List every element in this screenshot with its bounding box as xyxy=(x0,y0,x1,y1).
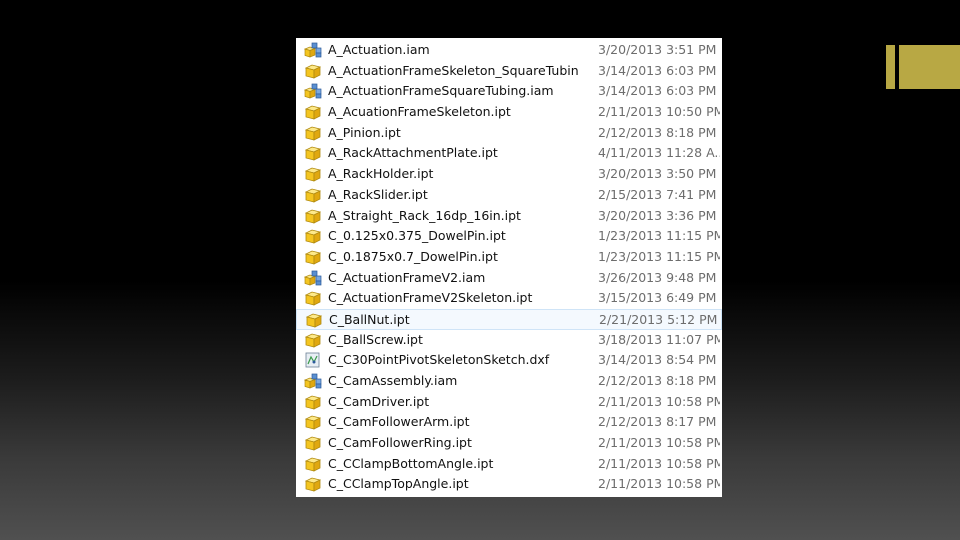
file-date-modified: 3/14/2013 6:03 PM xyxy=(598,83,717,99)
file-name: C_CamFollowerArm.ipt xyxy=(328,414,470,430)
file-date-modified: 3/14/2013 6:03 PM xyxy=(598,62,717,78)
assembly-icon xyxy=(304,83,322,99)
file-date-modified: 2/12/2013 8:18 PM xyxy=(598,373,717,388)
part-icon xyxy=(304,166,322,182)
part-icon xyxy=(304,249,322,265)
part-icon xyxy=(304,476,322,493)
file-date-modified: 3/20/2013 3:50 PM xyxy=(598,166,717,182)
assembly-icon xyxy=(304,373,322,389)
accent-bar-thin xyxy=(886,45,895,89)
file-row[interactable]: A_RackAttachmentPlate.ipt 4/11/2013 11:28… xyxy=(296,143,722,164)
file-date-modified: 2/11/2013 10:58 PM xyxy=(598,476,720,492)
part-icon xyxy=(305,312,323,328)
assembly-icon xyxy=(304,270,322,286)
file-name: C_ActuationFrameV2Skeleton.ipt xyxy=(328,290,533,306)
part-icon xyxy=(304,104,322,120)
file-date-modified: 3/15/2013 6:49 PM xyxy=(598,290,717,306)
file-row[interactable]: C_0.1875x0.7_DowelPin.ipt 1/23/2013 11:15… xyxy=(296,247,722,268)
file-date-modified: 2/11/2013 10:58 PM xyxy=(598,393,720,409)
file-date-modified: 3/20/2013 3:36 PM xyxy=(598,207,717,223)
file-row[interactable]: A_Pinion.ipt 2/12/2013 8:18 PM xyxy=(296,123,722,144)
file-row[interactable]: A_AcuationFrameSkeleton.ipt 2/11/2013 10:… xyxy=(296,102,722,123)
file-name: A_Actuation.iam xyxy=(328,42,430,57)
file-name: C_0.125x0.375_DowelPin.ipt xyxy=(328,228,506,244)
part-icon xyxy=(304,456,322,472)
file-row[interactable]: C_C30PointPivotSkeletonSketch.dxf 3/14/20… xyxy=(296,350,722,371)
file-row[interactable]: C_CamFollowerRing.ipt 2/11/2013 10:58 PM xyxy=(296,433,722,454)
file-row[interactable]: C_CamDriver.ipt 2/11/2013 10:58 PM xyxy=(296,392,722,413)
file-name: C_0.1875x0.7_DowelPin.ipt xyxy=(328,248,498,264)
file-row[interactable]: C_CClampBottomAngle.ipt 2/11/2013 10:58 P… xyxy=(296,454,722,475)
part-icon xyxy=(304,125,322,141)
file-row[interactable]: A_RackHolder.ipt 3/20/2013 3:50 PM xyxy=(296,164,722,185)
file-row[interactable]: A_ActuationFrameSquareTubing.iam 3/14/201… xyxy=(296,81,722,102)
file-date-modified: 1/23/2013 11:15 PM xyxy=(598,228,720,244)
file-row[interactable]: C_CamAssembly.iam 2/12/2013 8:18 PM xyxy=(296,371,722,392)
file-list-panel: A_Actuation.iam 3/20/2013 3:51 PM A_Actua… xyxy=(296,38,722,497)
file-row[interactable]: A_RackSlider.ipt 2/15/2013 7:41 PM xyxy=(296,185,722,206)
file-name: C_CamDriver.ipt xyxy=(328,393,430,409)
file-name: A_RackAttachmentPlate.ipt xyxy=(328,145,498,161)
file-name: C_CClampBottomAngle.ipt xyxy=(328,455,494,471)
accent-bar-wide xyxy=(899,45,960,89)
part-icon xyxy=(304,208,322,224)
file-date-modified: 3/18/2013 11:07 PM xyxy=(598,331,720,347)
file-name: C_CClampTopAngle.ipt xyxy=(328,476,469,492)
file-row[interactable]: C_CamFollowerArm.ipt 2/12/2013 8:17 PM xyxy=(296,412,722,433)
file-date-modified: 3/20/2013 3:51 PM xyxy=(598,42,717,57)
part-icon xyxy=(304,145,322,162)
file-row[interactable]: C_ActuationFrameV2Skeleton.ipt 3/15/2013 … xyxy=(296,288,722,309)
file-name: C_BallNut.ipt xyxy=(329,311,410,327)
file-row[interactable]: C_ActuationFrameV2.iam 3/26/2013 9:48 PM xyxy=(296,268,722,289)
file-list: A_Actuation.iam 3/20/2013 3:51 PM A_Actua… xyxy=(296,40,722,495)
file-name: A_ActuationFrameSkeleton_SquareTubin... xyxy=(328,62,578,78)
part-icon xyxy=(304,414,322,431)
file-name: C_CamFollowerRing.ipt xyxy=(328,435,472,451)
file-name: C_BallScrew.ipt xyxy=(328,331,423,347)
file-name: A_AcuationFrameSkeleton.ipt xyxy=(328,104,511,120)
file-row[interactable]: A_ActuationFrameSkeleton_SquareTubin... 3… xyxy=(296,61,722,82)
file-date-modified: 4/11/2013 11:28 A... xyxy=(598,145,720,161)
file-row[interactable]: A_Straight_Rack_16dp_16in.ipt 3/20/2013 3… xyxy=(296,206,722,227)
file-date-modified: 1/23/2013 11:15 PM xyxy=(598,248,720,264)
part-icon xyxy=(304,394,322,410)
dxf-icon xyxy=(304,352,322,368)
part-icon xyxy=(304,290,322,306)
file-name: A_RackHolder.ipt xyxy=(328,166,434,182)
file-row[interactable]: C_0.125x0.375_DowelPin.ipt 1/23/2013 11:1… xyxy=(296,226,722,247)
part-icon xyxy=(304,228,322,244)
part-icon xyxy=(304,187,322,203)
file-date-modified: 2/12/2013 8:17 PM xyxy=(598,414,717,430)
file-date-modified: 3/14/2013 8:54 PM xyxy=(598,352,717,368)
file-name: A_Pinion.ipt xyxy=(328,124,401,140)
file-date-modified: 2/21/2013 5:12 PM xyxy=(599,311,718,327)
file-row[interactable]: C_BallNut.ipt 2/21/2013 5:12 PM xyxy=(296,308,722,330)
file-date-modified: 3/26/2013 9:48 PM xyxy=(598,269,717,285)
part-icon xyxy=(304,332,322,348)
file-row[interactable]: C_BallScrew.ipt 3/18/2013 11:07 PM xyxy=(296,330,722,351)
file-name: A_Straight_Rack_16dp_16in.ipt xyxy=(328,207,521,223)
part-icon xyxy=(304,63,322,79)
file-row[interactable]: C_CClampTopAngle.ipt 2/11/2013 10:58 PM xyxy=(296,474,722,495)
file-name: A_ActuationFrameSquareTubing.iam xyxy=(328,83,554,99)
file-name: C_ActuationFrameV2.iam xyxy=(328,269,486,285)
file-date-modified: 2/11/2013 10:58 PM xyxy=(598,435,720,451)
file-name: C_CamAssembly.iam xyxy=(328,373,458,388)
file-date-modified: 2/12/2013 8:18 PM xyxy=(598,124,717,140)
file-date-modified: 2/15/2013 7:41 PM xyxy=(598,186,717,202)
file-row[interactable]: A_Actuation.iam 3/20/2013 3:51 PM xyxy=(296,40,722,61)
part-icon xyxy=(304,435,322,451)
file-date-modified: 2/11/2013 10:50 PM xyxy=(598,104,720,120)
file-name: C_C30PointPivotSkeletonSketch.dxf xyxy=(328,352,550,368)
assembly-icon xyxy=(304,42,322,58)
file-date-modified: 2/11/2013 10:58 PM xyxy=(598,455,720,471)
file-name: A_RackSlider.ipt xyxy=(328,186,428,202)
